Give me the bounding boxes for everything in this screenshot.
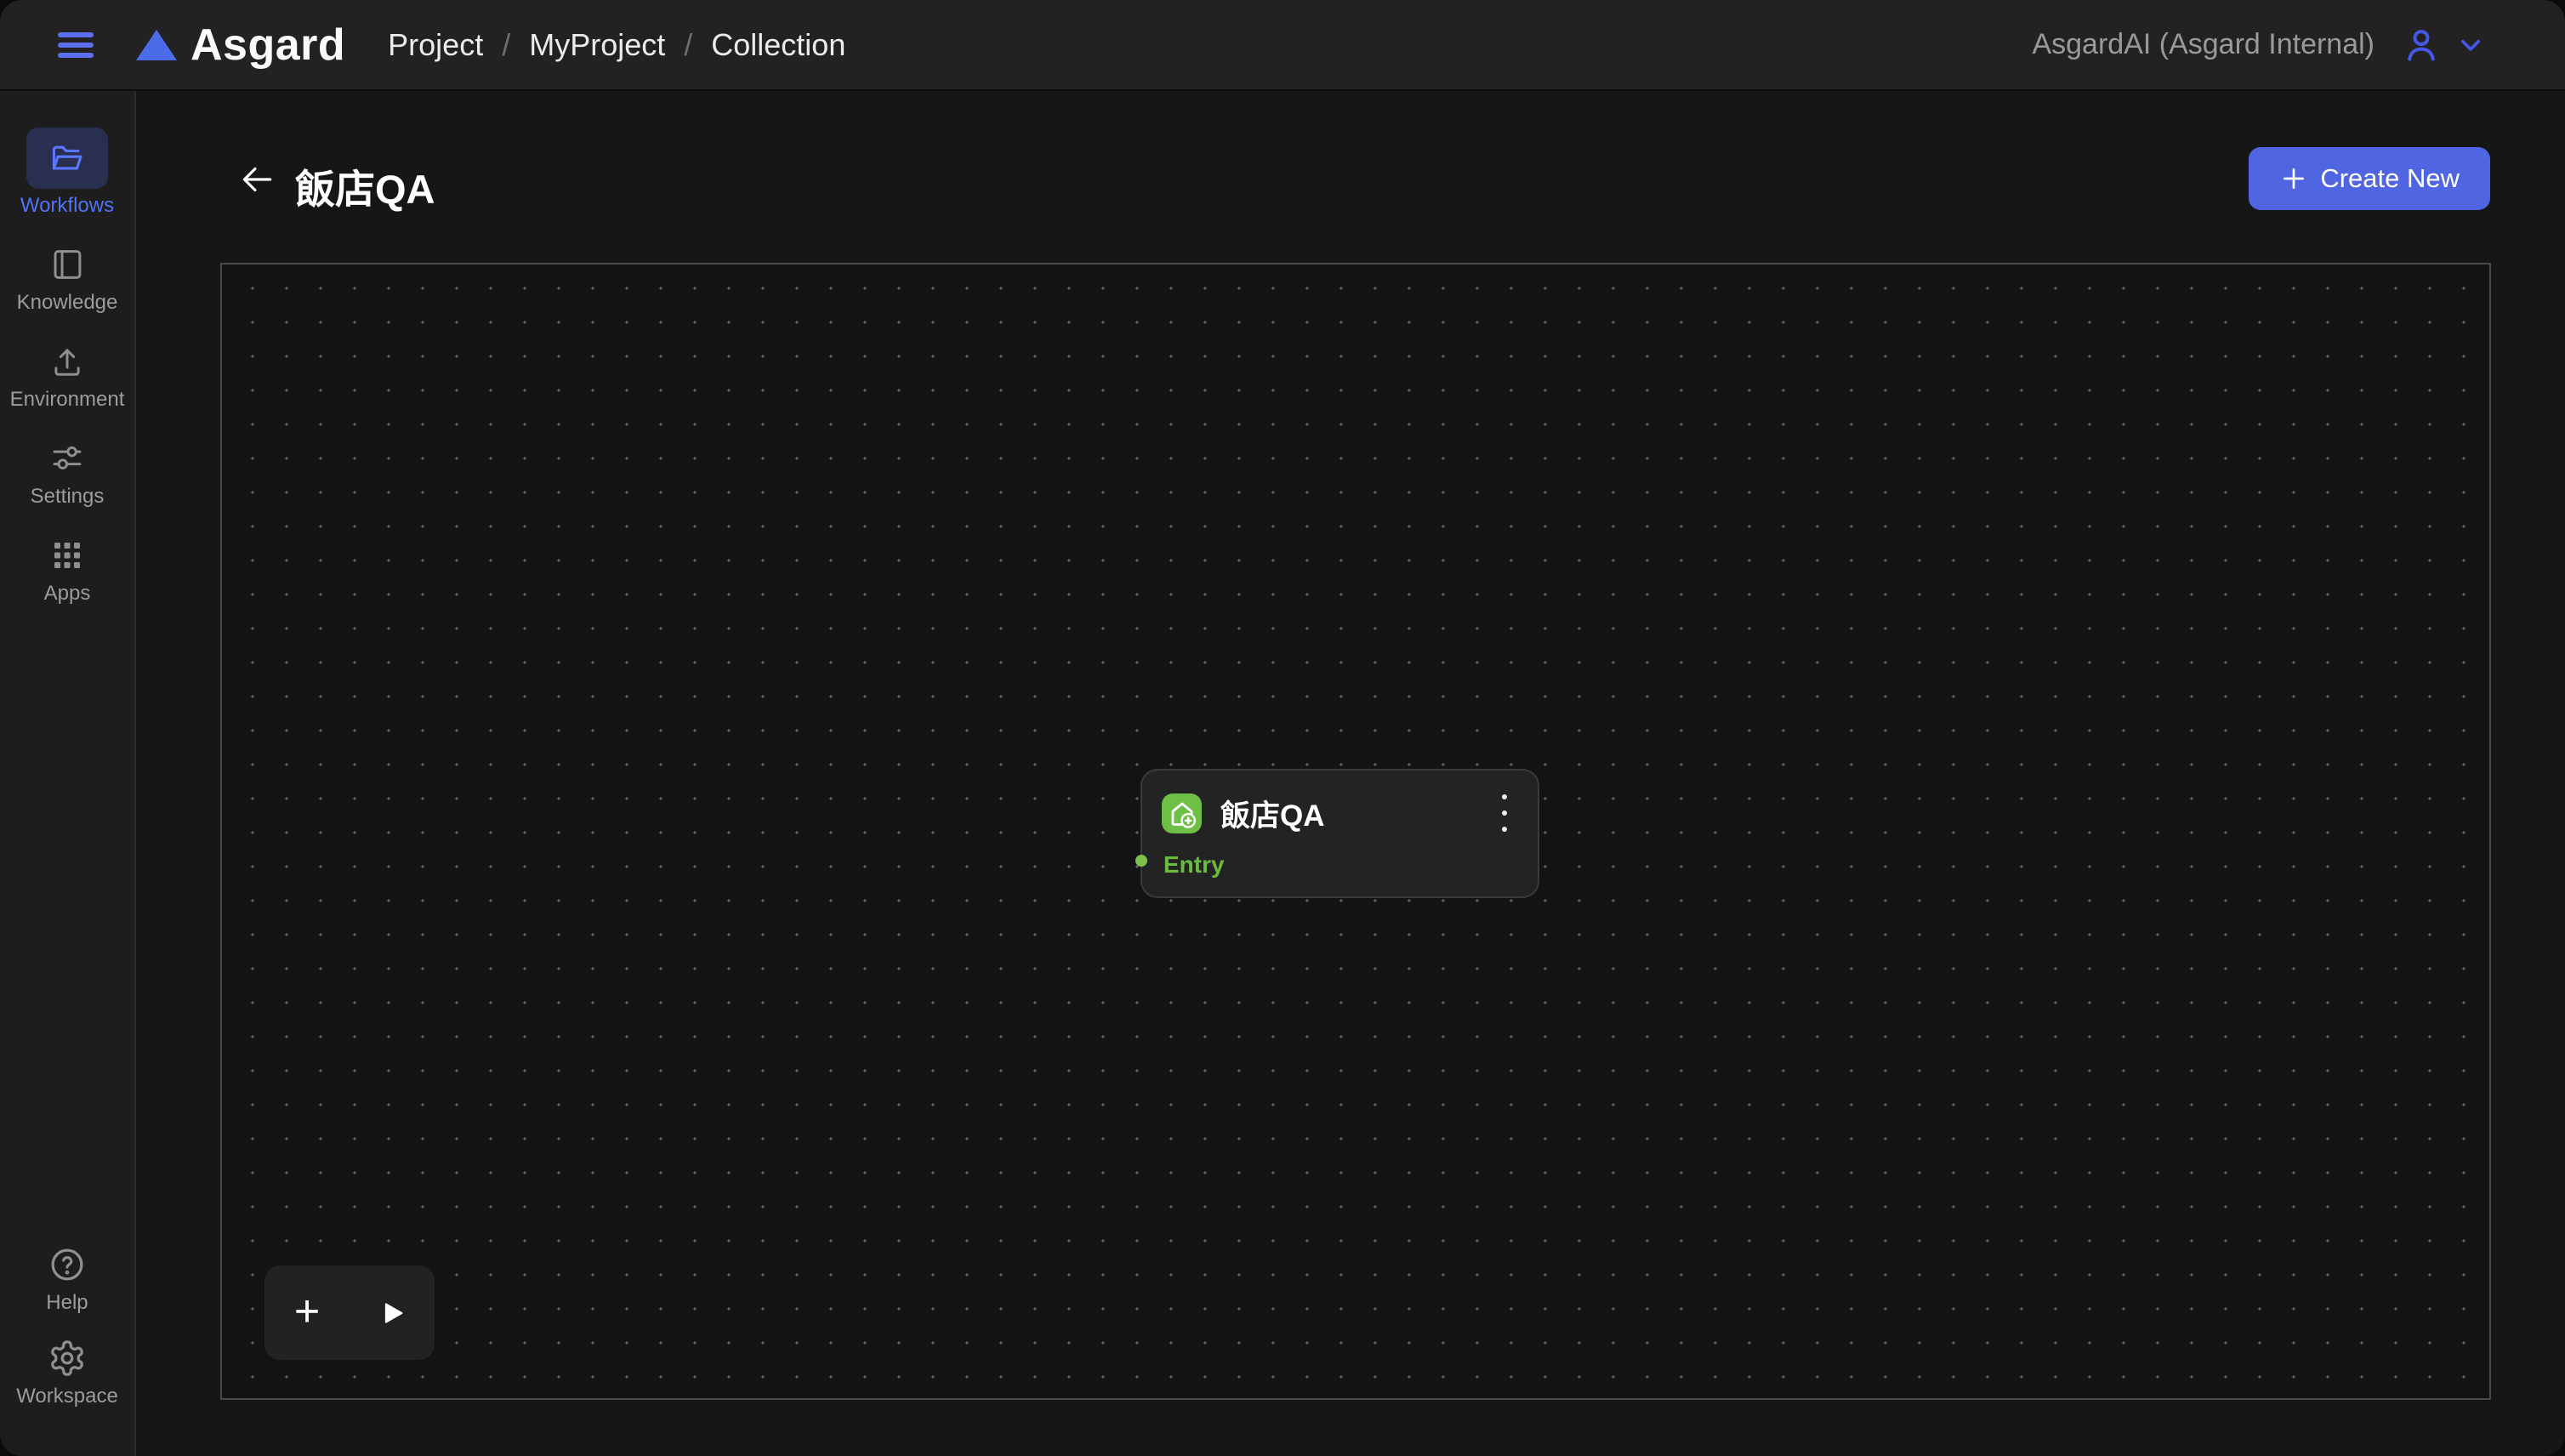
sidebar-item-label: Apps xyxy=(44,582,91,606)
sliders-icon xyxy=(26,437,108,480)
logo-text: Asgard xyxy=(191,20,345,71)
sidebar-item-knowledge[interactable]: Knowledge xyxy=(17,243,118,315)
account-area: AsgardAI (Asgard Internal) xyxy=(2032,26,2485,65)
sidebar-item-label: Workflows xyxy=(20,194,114,218)
apps-grid-icon xyxy=(26,534,108,577)
sidebar-item-label: Environment xyxy=(10,388,125,412)
hamburger-menu-icon[interactable] xyxy=(58,32,94,58)
create-new-button[interactable]: Create New xyxy=(2249,147,2490,210)
user-icon[interactable] xyxy=(2402,26,2441,65)
folder-icon xyxy=(26,128,108,189)
plus-icon: + xyxy=(294,1289,320,1334)
sidebar-item-label: Settings xyxy=(31,485,105,509)
sidebar-item-workspace[interactable]: Workspace xyxy=(16,1337,118,1408)
workflow-canvas[interactable]: 飯店QA Entry + xyxy=(220,263,2491,1400)
sidebar-top-group: Workflows Knowledge xyxy=(10,128,125,606)
play-icon xyxy=(378,1299,407,1328)
book-icon xyxy=(26,243,108,286)
help-circle-icon xyxy=(26,1243,108,1286)
sidebar-item-apps[interactable]: Apps xyxy=(26,534,108,606)
sidebar-item-settings[interactable]: Settings xyxy=(26,437,108,509)
workflow-node-card[interactable]: 飯店QA Entry xyxy=(1140,769,1539,898)
create-new-label: Create New xyxy=(2320,163,2460,194)
account-label: AsgardAI (Asgard Internal) xyxy=(2032,28,2374,61)
breadcrumb-project[interactable]: Project xyxy=(388,27,483,63)
app-logo[interactable]: Asgard xyxy=(136,20,345,71)
add-node-button[interactable]: + xyxy=(264,1265,350,1360)
sidebar-item-label: Workspace xyxy=(16,1385,118,1408)
breadcrumb-myproject[interactable]: MyProject xyxy=(529,27,665,63)
topbar: Asgard Project / MyProject / Collection … xyxy=(0,0,2565,91)
chevron-down-icon[interactable] xyxy=(2456,31,2485,60)
back-arrow-icon[interactable] xyxy=(237,160,276,199)
sidebar-item-label: Help xyxy=(46,1291,88,1315)
sidebar: Workflows Knowledge xyxy=(0,91,136,1456)
breadcrumb: Project / MyProject / Collection xyxy=(388,27,845,63)
breadcrumb-separator: / xyxy=(684,27,692,63)
kebab-menu-icon[interactable] xyxy=(1495,794,1514,832)
triangle-logo-icon xyxy=(136,30,177,60)
sidebar-bottom-group: Help Workspace xyxy=(16,1243,118,1408)
canvas-toolbar: + xyxy=(264,1265,435,1360)
gear-icon xyxy=(26,1337,108,1379)
sidebar-item-workflows[interactable]: Workflows xyxy=(20,128,114,218)
sidebar-item-environment[interactable]: Environment xyxy=(10,340,125,412)
node-entry-port[interactable] xyxy=(1135,855,1147,867)
sidebar-item-help[interactable]: Help xyxy=(26,1243,108,1315)
node-port-label: Entry xyxy=(1163,851,1225,879)
main-content: 飯店QA Create New xyxy=(136,91,2565,1456)
page-title: 飯店QA xyxy=(295,156,435,215)
breadcrumb-separator: / xyxy=(502,27,510,63)
plus-icon xyxy=(2279,164,2308,193)
app-window: Asgard Project / MyProject / Collection … xyxy=(0,0,2565,1456)
run-workflow-button[interactable] xyxy=(350,1265,435,1360)
node-title: 飯店QA xyxy=(1220,792,1325,835)
upload-icon xyxy=(26,340,108,383)
breadcrumb-collection[interactable]: Collection xyxy=(711,27,845,63)
home-plus-icon xyxy=(1162,793,1202,833)
node-header: 飯店QA xyxy=(1162,792,1325,835)
sidebar-item-label: Knowledge xyxy=(17,291,118,315)
